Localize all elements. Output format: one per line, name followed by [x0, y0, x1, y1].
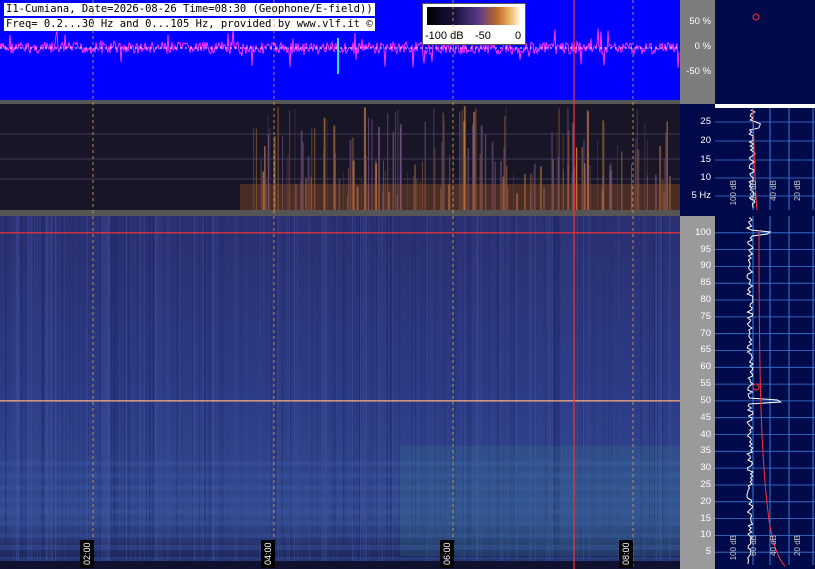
time-grid-overlay: [92, 0, 634, 569]
slf-tick: 85: [700, 277, 711, 289]
slf-tick: 10: [700, 529, 711, 541]
slf-tick: 30: [700, 462, 711, 474]
slf-tick: 95: [700, 243, 711, 255]
slf-tick: 45: [700, 411, 711, 423]
elf-tick: 20: [700, 135, 711, 146]
axis-scale-column: 50 % 0 % -50 % 25 20 15 10 5 Hz 100 95 90 85 80 7…: [680, 0, 715, 569]
side-db-upper-1: 100 dB: [729, 180, 738, 206]
side-db-lower-1: 100 dB: [729, 535, 738, 561]
slf-tick: 5: [705, 546, 711, 558]
side-db-upper-2: 60 dB: [749, 180, 758, 201]
slf-tick: 75: [700, 310, 711, 322]
slf-tick: 80: [700, 294, 711, 306]
side-db-lower-2: 60 dB: [749, 535, 758, 556]
slf-tick: 40: [700, 428, 711, 440]
slf-tick: 70: [700, 327, 711, 339]
slf-tick: 35: [700, 445, 711, 457]
elf-tick: 5 Hz: [691, 190, 711, 201]
time-label-0400: 04:00: [261, 540, 275, 568]
slf-tick: 20: [700, 495, 711, 507]
spectrum-side-panel: 100 dB 60 dB 40 dB 20 dB 100 dB 60 dB 40…: [715, 0, 815, 569]
side-db-lower-3: 40 dB: [769, 535, 778, 556]
elf-tick: 10: [700, 172, 711, 183]
slf-tick: 100: [695, 226, 711, 238]
slf-tick: 50: [700, 394, 711, 406]
time-label-0600: 06:00: [440, 540, 454, 568]
time-label-0200: 02:00: [80, 540, 94, 568]
side-db-lower-4: 20 dB: [793, 535, 802, 556]
slf-tick: 55: [700, 378, 711, 390]
slf-tick: 65: [700, 344, 711, 356]
slf-tick: 90: [700, 260, 711, 272]
side-separator: [715, 104, 815, 108]
side-top-area: [715, 0, 815, 104]
time-label-0800: 08:00: [619, 540, 633, 568]
amp-tick-50: 50 %: [689, 16, 711, 27]
side-db-upper-4: 20 dB: [793, 180, 802, 201]
amp-tick-neg50: -50 %: [686, 66, 711, 77]
slf-fit-curve: [758, 229, 786, 567]
vlf-monitor-screen: I1-Cumiana, Date=2026-08-26 Time=08:30 (…: [0, 0, 815, 569]
elf-tick: 15: [700, 154, 711, 165]
amp-tick-0: 0 %: [694, 41, 711, 52]
elf-tick: 25: [700, 116, 711, 127]
slf-tick: 25: [700, 478, 711, 490]
spectrum-profile: [715, 0, 815, 567]
slf-spectrum-trace: [745, 217, 783, 564]
side-db-upper-3: 40 dB: [769, 180, 778, 201]
slf-tick: 60: [700, 361, 711, 373]
slf-marker: [752, 383, 760, 391]
slf-tick: 15: [700, 512, 711, 524]
